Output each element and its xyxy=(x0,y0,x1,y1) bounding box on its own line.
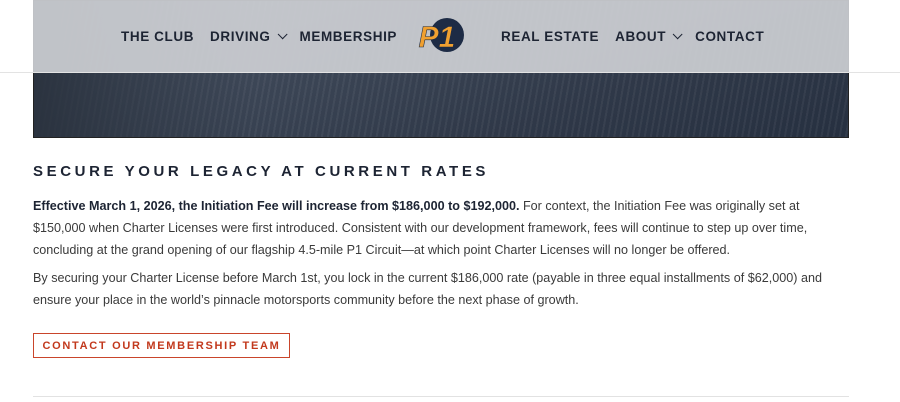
charter-license-paragraph: By securing your Charter License before … xyxy=(33,271,822,307)
nav-label-real-estate: REAL ESTATE xyxy=(501,28,600,44)
nav-label-membership: MEMBERSHIP xyxy=(299,28,398,44)
logo-text: P1 xyxy=(419,21,456,54)
fee-increase-bold: Effective March 1, 2026, the Initiation … xyxy=(33,199,520,213)
chevron-down-icon xyxy=(277,28,288,39)
nav-label-contact: CONTACT xyxy=(695,28,765,44)
nav-item-about[interactable]: ABOUT xyxy=(615,28,683,44)
chevron-down-icon xyxy=(672,28,683,39)
initiation-fee-paragraph: Effective March 1, 2026, the Initiation … xyxy=(33,195,849,261)
section-headline: SECURE YOUR LEGACY AT CURRENT RATES xyxy=(33,163,490,180)
nav-item-driving[interactable]: DRIVING xyxy=(210,28,288,44)
section-divider xyxy=(33,396,849,397)
nav-label-driving: DRIVING xyxy=(210,28,271,44)
site-header: THE CLUB DRIVING MEMBERSHIP P1 REAL ESTA… xyxy=(0,0,900,73)
nav-label-about: ABOUT xyxy=(615,28,667,44)
p1-logo[interactable]: P1 xyxy=(415,14,467,56)
nav-item-membership[interactable]: MEMBERSHIP xyxy=(300,29,398,44)
nav-item-real-estate[interactable]: REAL ESTATE xyxy=(501,29,599,44)
contact-membership-team-button[interactable]: CONTACT OUR MEMBERSHIP TEAM xyxy=(33,333,290,358)
nav-right: REAL ESTATE ABOUT CONTACT xyxy=(501,0,780,72)
nav-left: THE CLUB DRIVING MEMBERSHIP xyxy=(121,0,413,72)
nav-item-contact[interactable]: CONTACT xyxy=(695,29,764,44)
nav-label-the-club: THE CLUB xyxy=(121,28,195,44)
nav-item-the-club[interactable]: THE CLUB xyxy=(121,29,194,44)
